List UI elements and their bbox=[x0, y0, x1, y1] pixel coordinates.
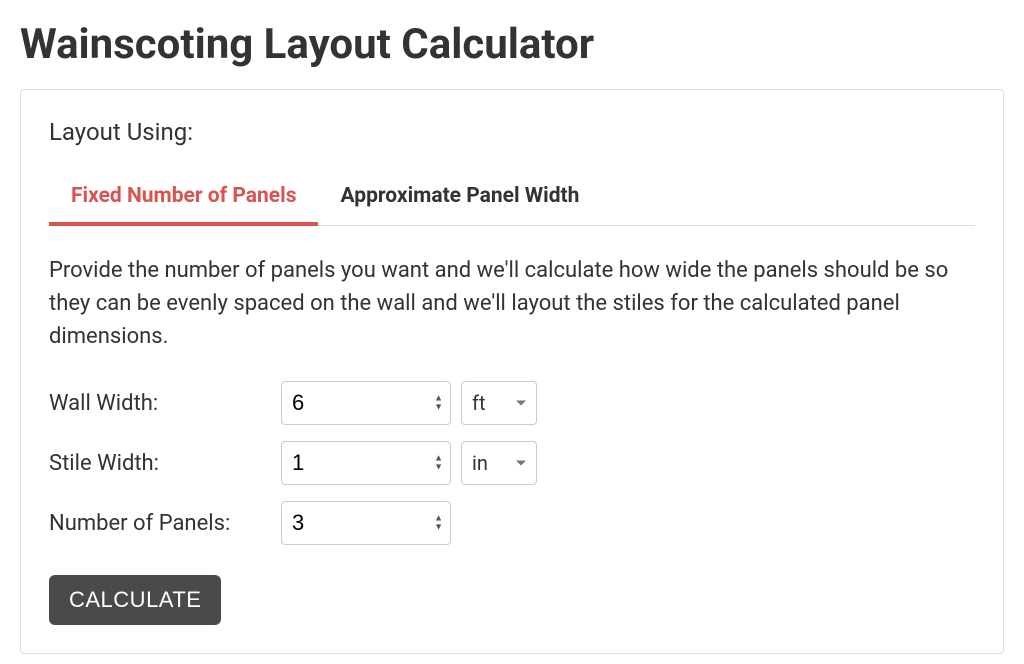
spinner-icon[interactable]: ▲▼ bbox=[434, 395, 443, 412]
page-title: Wainscoting Layout Calculator bbox=[20, 20, 1004, 69]
wall-width-row: Wall Width: ▲▼ ft bbox=[49, 381, 975, 425]
wall-width-unit-value: ft bbox=[472, 391, 486, 415]
stile-width-input[interactable] bbox=[281, 441, 451, 485]
num-panels-input-wrap: ▲▼ bbox=[281, 501, 451, 545]
chevron-down-icon bbox=[516, 461, 526, 466]
calculate-button[interactable]: CALCULATE bbox=[49, 575, 221, 625]
wall-width-input-wrap: ▲▼ bbox=[281, 381, 451, 425]
stile-width-label: Stile Width: bbox=[49, 451, 281, 476]
wall-width-input[interactable] bbox=[281, 381, 451, 425]
num-panels-row: Number of Panels: ▲▼ bbox=[49, 501, 975, 545]
stile-width-input-wrap: ▲▼ bbox=[281, 441, 451, 485]
calculator-card: Layout Using: Fixed Number of Panels App… bbox=[20, 89, 1004, 654]
spinner-icon[interactable]: ▲▼ bbox=[434, 515, 443, 532]
stile-width-row: Stile Width: ▲▼ in bbox=[49, 441, 975, 485]
num-panels-input[interactable] bbox=[281, 501, 451, 545]
chevron-down-icon bbox=[516, 401, 526, 406]
tab-fixed-panels[interactable]: Fixed Number of Panels bbox=[49, 174, 318, 226]
tab-approx-width[interactable]: Approximate Panel Width bbox=[318, 174, 601, 226]
spinner-icon[interactable]: ▲▼ bbox=[434, 455, 443, 472]
wall-width-unit-select[interactable]: ft bbox=[461, 381, 537, 425]
wall-width-label: Wall Width: bbox=[49, 391, 281, 416]
description-text: Provide the number of panels you want an… bbox=[49, 254, 975, 353]
stile-width-unit-select[interactable]: in bbox=[461, 441, 537, 485]
num-panels-label: Number of Panels: bbox=[49, 511, 281, 536]
section-label: Layout Using: bbox=[49, 118, 975, 146]
stile-width-unit-value: in bbox=[472, 451, 488, 475]
tabs: Fixed Number of Panels Approximate Panel… bbox=[49, 174, 975, 226]
